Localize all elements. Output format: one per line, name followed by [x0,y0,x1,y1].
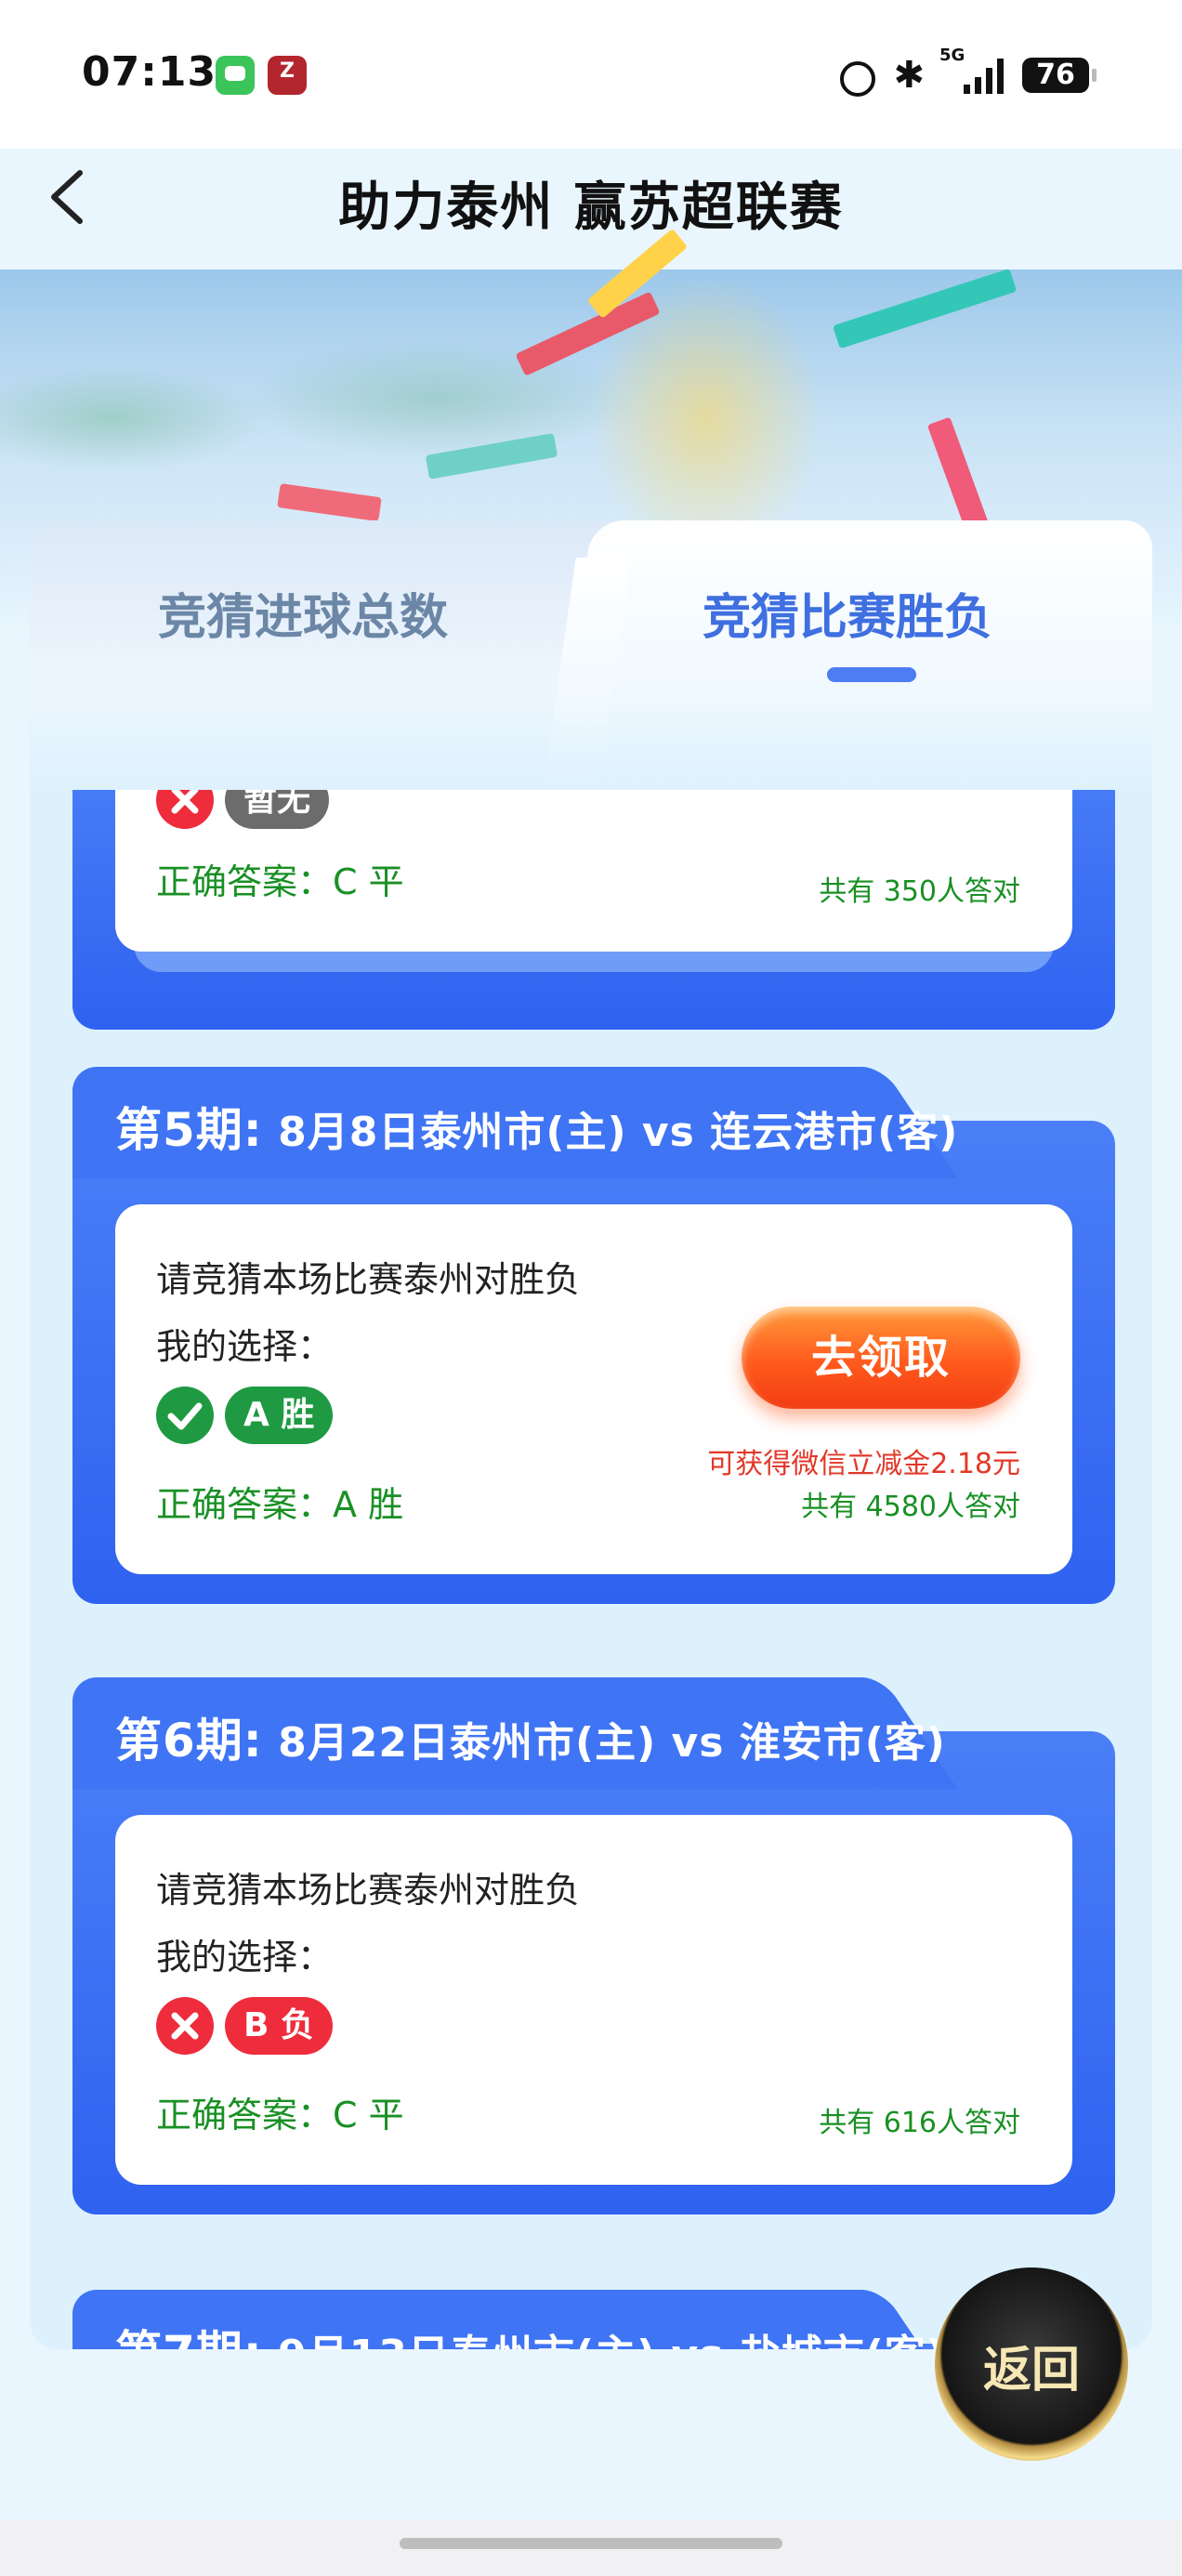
status-bar: 07:13 Z ✱ 5G 76 [0,0,1182,149]
reward-text: 可获得微信立减金2.18元 [707,1448,1020,1480]
status-indicators: ✱ 5G 76 [837,46,1097,99]
quiz-card-body: 请竞猜本场比赛泰州对胜负 我的选择： B 负 正确答案：C 平 共有 616人答… [115,1815,1072,2185]
correct-answer: 正确答案：C 平 [156,861,404,902]
messages-app-icon [216,56,255,95]
correct-count: 共有 616人答对 [819,2107,1020,2139]
wrong-icon [156,790,214,829]
my-choice-badge: B 负 [225,1997,333,2055]
return-button-label: 返回 [982,2343,1080,2399]
quiz-panel: 竞猜进球总数 竞猜比赛胜负 暂无 正确答案：C 平 共有 350人答对 第5期:… [30,520,1152,2349]
network-type: 5G [939,46,965,65]
tab-match-result[interactable] [587,520,1152,790]
tab-total-goals[interactable] [30,520,624,790]
bluetooth-icon: ✱ [893,54,925,97]
correct-count: 共有 4580人答对 [801,1491,1020,1523]
tab-match-result-label[interactable]: 竞猜比赛胜负 [703,578,992,648]
card-title: 第5期: 8月8日泰州市(主) vs 连云港市(客) [115,1093,958,1160]
my-choice-badge: 暂无 [225,790,330,829]
claim-reward-button[interactable]: 去领取 [742,1307,1020,1409]
battery-icon: 76 [1022,58,1097,93]
tab-bar: 竞猜进球总数 竞猜比赛胜负 [30,520,1152,790]
my-choice-label: 我的选择： [156,1326,334,1367]
question-text: 请竞猜本场比赛泰州对胜负 [156,1259,581,1300]
my-choice-row: A 胜 [156,1387,334,1444]
status-time: 07:13 [82,48,217,96]
correct-check-icon [156,1387,214,1444]
page-title: 助力泰州 赢苏超联赛 [338,177,844,238]
period-label: 第7期: [115,2326,263,2349]
correct-answer: 正确答案：A 胜 [156,1484,404,1525]
my-choice-label: 我的选择： [156,1937,334,1978]
match-label: 9月13日泰州市(主) vs 盐城市(客) [278,2332,946,2349]
quiz-list[interactable]: 暂无 正确答案：C 平 共有 350人答对 第5期: 8月8日泰州市(主) vs… [30,790,1152,2349]
my-choice-row: 暂无 [156,790,330,829]
my-choice-row: B 负 [156,1997,333,2055]
question-text: 请竞猜本场比赛泰州对胜负 [156,1870,581,1911]
home-indicator[interactable] [400,2538,782,2549]
quiz-card-body: 暂无 正确答案：C 平 共有 350人答对 [115,790,1072,952]
z-app-icon: Z [268,56,307,95]
correct-count: 共有 350人答对 [819,875,1020,908]
signal-icon: 5G [939,46,1004,94]
match-label: 8月22日泰州市(主) vs 淮安市(客) [278,1719,946,1767]
quiz-card-body: 请竞猜本场比赛泰州对胜负 我的选择： A 胜 正确答案：A 胜 去领取 可获得微… [115,1204,1072,1574]
period-label: 第5期: [115,1103,263,1157]
period-label: 第6期: [115,1714,263,1768]
alarm-icon [837,57,876,97]
correct-answer: 正确答案：C 平 [156,2095,404,2136]
my-choice-badge: A 胜 [225,1387,334,1444]
tab-total-goals-label[interactable]: 竞猜进球总数 [158,578,448,648]
match-label: 8月8日泰州市(主) vs 连云港市(客) [278,1109,959,1156]
active-tab-indicator [827,667,916,682]
quiz-card-previous: 暂无 正确答案：C 平 共有 350人答对 [72,790,1115,1030]
wrong-icon [156,1997,214,2055]
return-button[interactable]: 返回 [935,2267,1128,2461]
quiz-card-period-5: 第5期: 8月8日泰州市(主) vs 连云港市(客) 请竞猜本场比赛泰州对胜负 … [72,1067,1115,1604]
card-title: 第6期: 8月22日泰州市(主) vs 淮安市(客) [115,1703,946,1770]
card-title: 第7期: 9月13日泰州市(主) vs 盐城市(客) [115,2316,946,2349]
quiz-card-period-6: 第6期: 8月22日泰州市(主) vs 淮安市(客) 请竞猜本场比赛泰州对胜负 … [72,1677,1115,2215]
